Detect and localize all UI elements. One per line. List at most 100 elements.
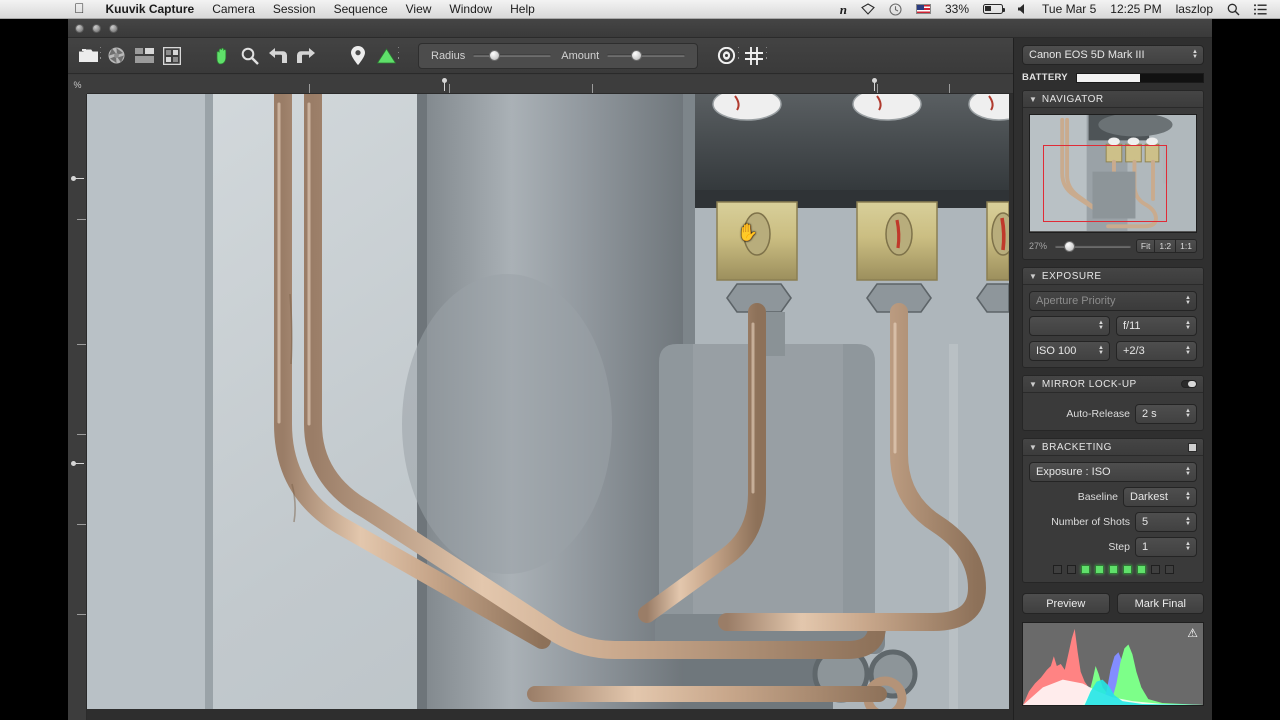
location-pin-button[interactable] <box>344 43 372 69</box>
window-titlebar[interactable] <box>68 19 1212 38</box>
hand-tool-button[interactable] <box>208 43 236 69</box>
step-select[interactable]: 1 ▲ ▼ <box>1135 537 1197 557</box>
shield-icon[interactable] <box>854 0 882 19</box>
radius-slider-knob[interactable] <box>489 50 501 61</box>
menu-item-app[interactable]: Kuuvik Capture <box>97 0 204 19</box>
list-icon[interactable] <box>1247 0 1274 19</box>
mark-final-button[interactable]: Mark Final <box>1116 593 1204 614</box>
minimize-button[interactable] <box>92 24 101 33</box>
baseline-select[interactable]: Darkest ▲ ▼ <box>1123 487 1197 507</box>
exposure-compensation-select[interactable]: +2/3 ▲ ▼ <box>1116 341 1197 361</box>
histogram[interactable]: ⚠ <box>1022 622 1204 706</box>
volume-icon[interactable] <box>1010 0 1035 19</box>
bracketing-toggle[interactable] <box>1188 442 1197 452</box>
zoom-fit-button[interactable]: Fit <box>1135 239 1156 253</box>
camera-select[interactable]: Canon EOS 5D Mark III ▲ ▼ <box>1022 45 1204 65</box>
aperture-select[interactable]: f/11 ▲ ▼ <box>1116 316 1197 336</box>
iso-value: ISO 100 <box>1036 345 1077 357</box>
step-label: Step <box>1108 541 1130 553</box>
menu-bar-date: Tue Mar 5 <box>1042 1 1097 16</box>
photo-preview[interactable] <box>87 94 1009 709</box>
menu-item-help[interactable]: Help <box>501 0 544 19</box>
rotate-right-button[interactable] <box>292 43 320 69</box>
shutter-speed-select[interactable]: ▲ ▼ <box>1029 316 1110 336</box>
auto-release-label: Auto-Release <box>1066 408 1130 420</box>
auto-release-select[interactable]: 2 s ▲ ▼ <box>1135 404 1197 424</box>
image-canvas[interactable]: ✋ <box>87 94 1013 720</box>
navigator-title: NAVIGATOR <box>1041 93 1104 105</box>
horizontal-ruler[interactable] <box>87 75 1013 94</box>
battery-label: BATTERY <box>1022 72 1068 83</box>
ruler-tick <box>77 344 86 345</box>
rotate-left-button[interactable] <box>264 43 292 69</box>
number-of-shots-select[interactable]: 5 ▲ ▼ <box>1135 512 1197 532</box>
exposure-mode-select[interactable]: Aperture Priority ▲ ▼ <box>1029 291 1197 311</box>
menu-item-view[interactable]: View <box>397 0 441 19</box>
menu-item-session[interactable]: Session <box>264 0 325 19</box>
baseline-row: Baseline Darkest ▲ ▼ <box>1029 487 1197 507</box>
radius-label: Radius <box>431 49 466 62</box>
bracketing-header[interactable]: ▼ BRACKETING <box>1023 439 1203 456</box>
chevron-updown-icon: ▲ ▼ <box>1185 345 1191 356</box>
bracketing-body: Exposure : ISO ▲ ▼ Baseline Darkest ▲ ▼ Nu… <box>1023 456 1203 582</box>
ruler-unit-label[interactable]: % <box>68 75 87 94</box>
vertical-ruler[interactable] <box>68 94 87 720</box>
grid-overlay-button[interactable] <box>740 43 768 69</box>
zoom-tool-button[interactable] <box>236 43 264 69</box>
battery-icon[interactable] <box>976 0 1010 19</box>
close-button[interactable] <box>75 24 84 33</box>
zoom-button[interactable] <box>109 24 118 33</box>
quad-view-button[interactable] <box>158 43 186 69</box>
mirror-lockup-toggle[interactable] <box>1181 380 1197 388</box>
zoom-half-button[interactable]: 1:2 <box>1154 239 1177 253</box>
navigator-zoom-knob[interactable] <box>1064 240 1076 252</box>
layout-button[interactable] <box>130 43 158 69</box>
navigator-thumbnail[interactable] <box>1029 114 1197 233</box>
focus-mask-options-dots[interactable] <box>397 46 400 59</box>
chevron-down-icon[interactable]: ▼ <box>1029 272 1037 281</box>
radius-slider[interactable] <box>473 50 552 61</box>
ruler-guide-marker[interactable] <box>71 174 84 183</box>
navigator-view-rectangle[interactable] <box>1043 145 1167 222</box>
grid-options-dots[interactable] <box>765 46 768 59</box>
focus-mask-button[interactable] <box>372 43 400 69</box>
bracketing-led-indicators <box>1029 565 1197 576</box>
apple-icon[interactable]:  <box>74 1 97 17</box>
ruler-guide-marker[interactable] <box>870 78 879 91</box>
bracketing-mode-select[interactable]: Exposure : ISO ▲ ▼ <box>1029 462 1197 482</box>
amount-slider[interactable] <box>607 50 686 61</box>
n-status-icon[interactable]: n <box>833 0 854 19</box>
amount-slider-knob[interactable] <box>631 50 643 61</box>
chevron-down-icon[interactable]: ▼ <box>1029 95 1037 104</box>
radius-slider-row: Radius <box>431 49 552 62</box>
ruler-tick <box>449 84 450 93</box>
menu-item-sequence[interactable]: Sequence <box>325 0 397 19</box>
eye-target-button[interactable] <box>712 43 740 69</box>
navigator-zoom-slider[interactable] <box>1055 240 1131 252</box>
iso-select[interactable]: ISO 100 ▲ ▼ <box>1029 341 1110 361</box>
chevron-down-icon[interactable]: ▼ <box>1029 380 1037 389</box>
menu-item-window[interactable]: Window <box>440 0 501 19</box>
shutter-button[interactable] <box>102 43 130 69</box>
zoom-1to1-button[interactable]: 1:1 <box>1175 239 1197 253</box>
exposure-header[interactable]: ▼ EXPOSURE <box>1023 268 1203 285</box>
ruler-guide-marker[interactable] <box>440 78 449 91</box>
chevron-down-icon[interactable]: ▼ <box>1029 443 1037 452</box>
ruler-guide-marker[interactable] <box>71 459 84 468</box>
navigator-header[interactable]: ▼ NAVIGATOR <box>1023 91 1203 108</box>
search-icon[interactable] <box>1220 0 1247 19</box>
battery-percent[interactable]: 33% <box>938 0 976 19</box>
chevron-updown-icon: ▲ ▼ <box>1192 49 1198 60</box>
exposure-row-2: ISO 100 ▲ ▼ +2/3 ▲ ▼ <box>1029 341 1197 361</box>
window-controls[interactable] <box>75 24 118 33</box>
menu-item-camera[interactable]: Camera <box>203 0 264 19</box>
clock-icon[interactable] <box>882 0 909 19</box>
right-inspector-panel: Canon EOS 5D Mark III ▲ ▼ BATTERY ▼ NAVIG… <box>1013 38 1212 720</box>
mirror-lockup-header[interactable]: ▼ MIRROR LOCK-UP <box>1023 376 1203 393</box>
number-of-shots-row: Number of Shots 5 ▲ ▼ <box>1029 512 1197 532</box>
us-flag-icon[interactable] <box>909 0 938 19</box>
menu-bar-user[interactable]: laszlop <box>1169 0 1220 19</box>
capture-button[interactable] <box>74 43 102 69</box>
preview-button[interactable]: Preview <box>1022 593 1110 614</box>
amount-label: Amount <box>561 49 600 62</box>
